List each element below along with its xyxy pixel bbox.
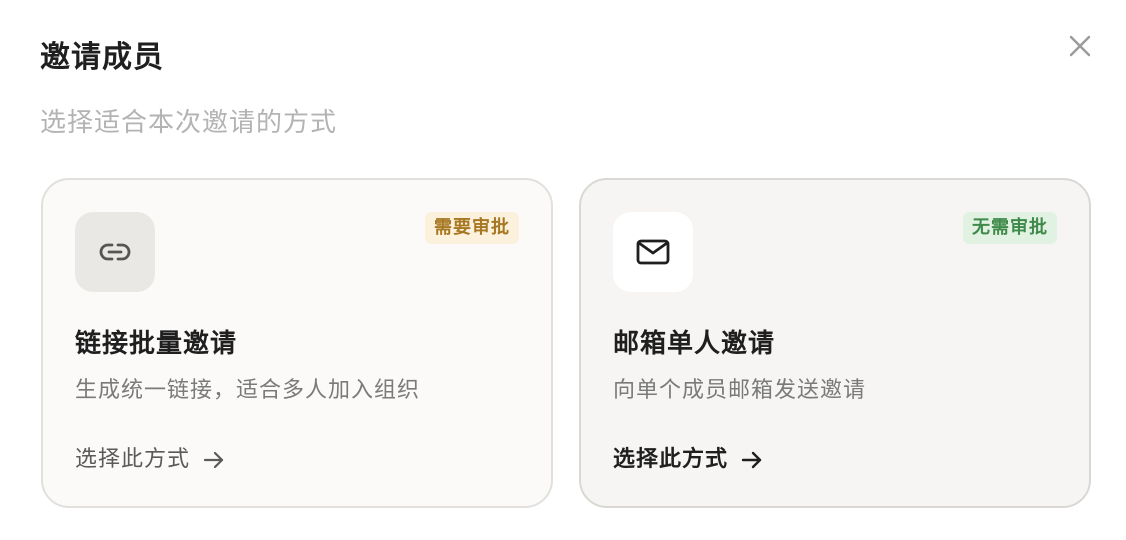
select-option-label: 选择此方式 — [613, 447, 729, 472]
approval-required-badge: 需要审批 — [425, 212, 519, 244]
dialog-title: 邀请成员 — [40, 40, 164, 75]
arrow-right-icon — [203, 451, 224, 469]
email-invite-option-card[interactable]: 无需审批 邮箱单人邀请 向单个成员邮箱发送邀请 选择此方式 — [579, 178, 1091, 508]
select-option-label: 选择此方式 — [75, 447, 191, 472]
select-option-button[interactable]: 选择此方式 — [75, 442, 226, 478]
dialog-subtitle: 选择适合本次邀请的方式 — [40, 108, 338, 138]
link-icon-container — [75, 212, 155, 292]
option-title: 链接批量邀请 — [75, 329, 238, 359]
arrow-right-icon — [741, 451, 762, 469]
no-approval-badge: 无需审批 — [963, 212, 1057, 244]
option-description: 向单个成员邮箱发送邀请 — [613, 378, 867, 403]
mail-icon-container — [613, 212, 693, 292]
invite-members-dialog: 邀请成员 选择适合本次邀请的方式 需要审批 链接批量邀请 生成统一链接，适合多人… — [0, 0, 1126, 540]
mail-icon — [636, 239, 670, 265]
select-option-button[interactable]: 选择此方式 — [613, 442, 764, 478]
option-description: 生成统一链接，适合多人加入组织 — [75, 378, 421, 403]
link-icon — [99, 243, 131, 261]
link-invite-option-card[interactable]: 需要审批 链接批量邀请 生成统一链接，适合多人加入组织 选择此方式 — [41, 178, 553, 508]
close-icon[interactable] — [1064, 30, 1096, 62]
option-title: 邮箱单人邀请 — [613, 329, 776, 359]
